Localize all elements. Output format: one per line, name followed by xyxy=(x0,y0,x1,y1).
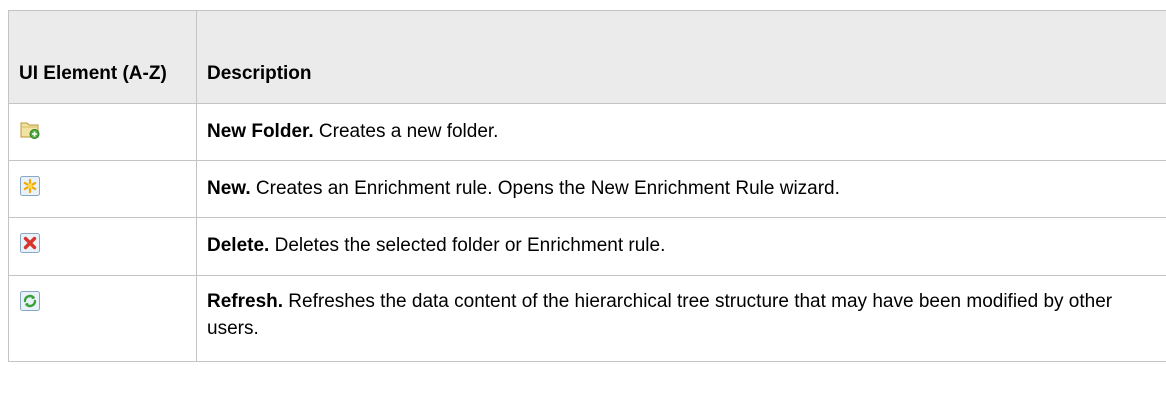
description-text: Creates an Enrichment rule. Opens the Ne… xyxy=(250,178,840,199)
term-label: Delete. xyxy=(207,235,270,256)
icon-cell xyxy=(8,103,197,161)
table-header-row: UI Element (A-Z) Description xyxy=(8,10,1166,104)
table-row: Delete. Deletes the selected folder or E… xyxy=(8,217,1166,276)
icon-cell xyxy=(8,217,197,276)
description-cell: New Folder. Creates a new folder. xyxy=(196,103,1166,161)
description-cell: Refresh. Refreshes the data content of t… xyxy=(196,275,1166,362)
table-row: New. Creates an Enrichment rule. Opens t… xyxy=(8,160,1166,218)
icon-cell xyxy=(8,160,197,218)
icon-cell xyxy=(8,275,197,362)
term-label: Refresh. xyxy=(207,291,284,312)
description-text: Refreshes the data content of the hierar… xyxy=(207,291,1113,339)
header-ui-element: UI Element (A-Z) xyxy=(8,10,197,104)
new-star-icon xyxy=(19,175,41,197)
table-row: New Folder. Creates a new folder. xyxy=(8,103,1166,161)
new-folder-icon xyxy=(19,118,41,140)
header-description: Description xyxy=(196,10,1166,104)
table-row: Refresh. Refreshes the data content of t… xyxy=(8,275,1166,362)
delete-x-icon xyxy=(19,232,41,254)
description-text: Creates a new folder. xyxy=(313,121,499,142)
refresh-icon xyxy=(19,290,41,312)
term-label: New Folder. xyxy=(207,121,314,142)
term-label: New. xyxy=(207,178,251,199)
ui-element-table: UI Element (A-Z) Description New Folder.… xyxy=(8,10,1166,362)
description-cell: Delete. Deletes the selected folder or E… xyxy=(196,217,1166,276)
description-cell: New. Creates an Enrichment rule. Opens t… xyxy=(196,160,1166,218)
description-text: Deletes the selected folder or Enrichmen… xyxy=(269,235,666,256)
